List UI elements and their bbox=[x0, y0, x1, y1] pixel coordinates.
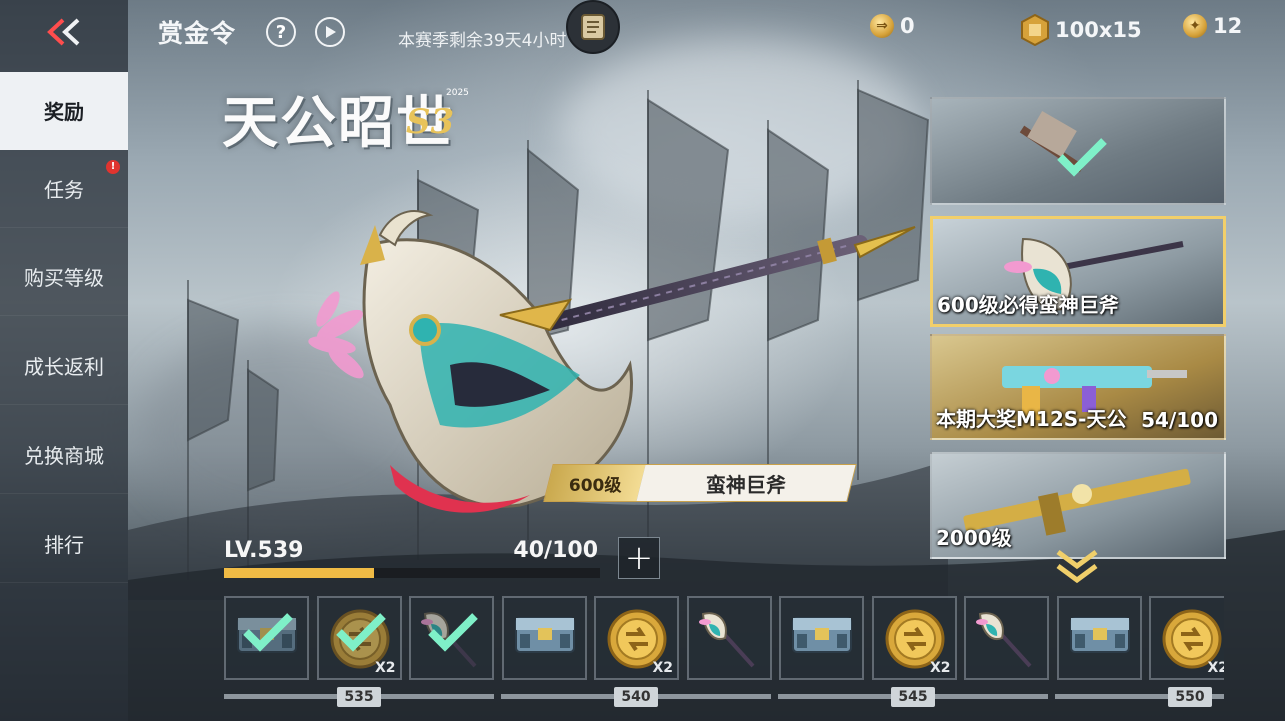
reward-multiplier: X2 bbox=[929, 660, 951, 676]
sidebar-item-label: 兑换商城 bbox=[24, 444, 104, 468]
sidebar-item-label: 奖励 bbox=[44, 100, 84, 124]
reward-slot-axe[interactable] bbox=[409, 596, 494, 680]
gold-gem-icon: ✦ bbox=[1183, 14, 1207, 38]
question-circle-icon: ? bbox=[275, 21, 287, 43]
buy-level-button[interactable]: + bbox=[618, 537, 660, 579]
sidebar-item-tasks[interactable]: 任务! bbox=[0, 150, 128, 228]
xp-bar-fill bbox=[224, 568, 375, 578]
milestone-level: 550 bbox=[1168, 687, 1212, 707]
reward-slot-coin[interactable]: X2 bbox=[871, 596, 957, 680]
sidebar-item-label: 排行 bbox=[44, 533, 84, 557]
plus-icon: + bbox=[624, 538, 654, 578]
play-circle-icon bbox=[326, 26, 336, 38]
level-progress: LV.539 40/100 bbox=[224, 536, 600, 580]
check-icon bbox=[335, 612, 387, 656]
season-logo-year: 2025 bbox=[446, 88, 469, 98]
milestone-level: 545 bbox=[891, 687, 935, 707]
sidebar-item-rewards[interactable]: 奖励 bbox=[0, 72, 128, 150]
crate-icon bbox=[787, 604, 857, 668]
gold-tag-icon bbox=[1021, 14, 1049, 46]
sidebar-item-label: 任务 bbox=[44, 178, 84, 202]
reward-slot-crate[interactable] bbox=[779, 596, 864, 680]
sidebar-item-buy-levels[interactable]: 购买等级 bbox=[0, 238, 128, 316]
grand-prize-progress: 54/100 bbox=[1141, 408, 1218, 432]
reward-slot-crate[interactable] bbox=[1056, 596, 1142, 680]
milestone-level: 540 bbox=[614, 687, 658, 707]
crate-icon bbox=[1065, 604, 1135, 668]
level-text: LV.539 bbox=[224, 538, 304, 563]
reward-multiplier: X2 bbox=[1207, 660, 1224, 676]
sidebar-item-ranking[interactable]: 排行 bbox=[0, 505, 128, 583]
reward-multiplier: X2 bbox=[652, 660, 673, 676]
xp-bar-track bbox=[224, 568, 600, 578]
crate-icon bbox=[510, 604, 580, 668]
season-countdown: 本赛季剩余39天4小时 bbox=[398, 31, 567, 51]
chevron-down-icon[interactable] bbox=[1054, 548, 1100, 588]
reward-slot-coin[interactable]: X2 bbox=[1149, 596, 1224, 680]
axe-icon bbox=[972, 604, 1042, 678]
sidebar-item-label: 成长返利 bbox=[24, 355, 104, 379]
preview-panel-2000[interactable]: 2000级 bbox=[930, 452, 1226, 559]
alert-badge: ! bbox=[106, 160, 120, 174]
game-screen: 奖励 任务! 购买等级 成长返利 兑换商城 排行 赏金令 ? 本赛季剩余39天4… bbox=[0, 0, 1285, 721]
sidebar-item-exchange-store[interactable]: 兑换商城 bbox=[0, 416, 128, 494]
sidebar-item-label: 购买等级 bbox=[24, 266, 104, 290]
back-button[interactable] bbox=[0, 0, 128, 64]
double-chevron-left-icon bbox=[47, 18, 80, 46]
season-logo-suffix: S3 bbox=[406, 102, 455, 142]
preview-panel-name: 2000级 bbox=[936, 526, 1012, 550]
reward-track: 535 540 545 550 X2 X2 X2 X2 bbox=[224, 594, 1224, 721]
milestone-level: 535 bbox=[337, 687, 381, 707]
check-icon bbox=[427, 612, 479, 656]
featured-item-name: 蛮神巨斧 bbox=[706, 472, 786, 497]
reward-slot-axe[interactable] bbox=[964, 596, 1049, 680]
reward-slot-axe[interactable] bbox=[686, 596, 772, 680]
sidebar: 奖励 任务! 购买等级 成长返利 兑换商城 排行 bbox=[0, 0, 128, 721]
featured-reward-label: 600级 蛮神巨斧 bbox=[543, 464, 857, 502]
currency-value: 0 bbox=[900, 14, 915, 38]
axe-icon bbox=[695, 604, 765, 678]
preview-panel-claimed[interactable] bbox=[930, 97, 1226, 205]
featured-name-tag: 蛮神巨斧 bbox=[636, 465, 856, 501]
page-title: 赏金令 bbox=[158, 19, 237, 48]
reward-multiplier: X2 bbox=[374, 660, 396, 676]
reward-slot-crate[interactable] bbox=[501, 596, 587, 680]
currency-value: 12 bbox=[1213, 14, 1243, 38]
currency-coin[interactable]: ⇒ 0 bbox=[870, 14, 915, 38]
featured-level-tag: 600级 bbox=[544, 465, 646, 501]
featured-level-text: 600级 bbox=[568, 475, 622, 496]
document-icon bbox=[581, 14, 605, 40]
reward-slot-coin[interactable]: X2 bbox=[594, 596, 679, 680]
check-icon bbox=[242, 612, 294, 656]
preview-panel-name: 本期大奖M12S-天公 bbox=[936, 407, 1127, 431]
reward-slot-coin[interactable]: X2 bbox=[316, 596, 402, 680]
gold-coin-icon: ⇒ bbox=[870, 14, 894, 38]
currency-gem[interactable]: ✦ 12 bbox=[1183, 14, 1242, 38]
preview-panel-grand-prize[interactable]: 本期大奖M12S-天公 54/100 bbox=[930, 334, 1226, 440]
currency-value: 100x15 bbox=[1055, 18, 1142, 42]
sidebar-item-growth-rebate[interactable]: 成长返利 bbox=[0, 327, 128, 405]
top-bar: 赏金令 ? 本赛季剩余39天4小时 ⇒ 0 100x15 ✦ 12 bbox=[128, 0, 1285, 64]
help-button[interactable]: ? bbox=[266, 17, 296, 47]
xp-text: 40/100 bbox=[513, 538, 598, 563]
play-button[interactable] bbox=[315, 17, 345, 47]
preview-panel-axe[interactable]: 600级必得蛮神巨斧 bbox=[930, 216, 1226, 327]
preview-panel-name: 600级必得蛮神巨斧 bbox=[937, 293, 1119, 317]
document-button[interactable] bbox=[566, 0, 620, 54]
currency-tag[interactable]: 100x15 bbox=[1021, 14, 1142, 46]
check-icon bbox=[1057, 138, 1107, 177]
reward-slot-crate[interactable] bbox=[224, 596, 309, 680]
